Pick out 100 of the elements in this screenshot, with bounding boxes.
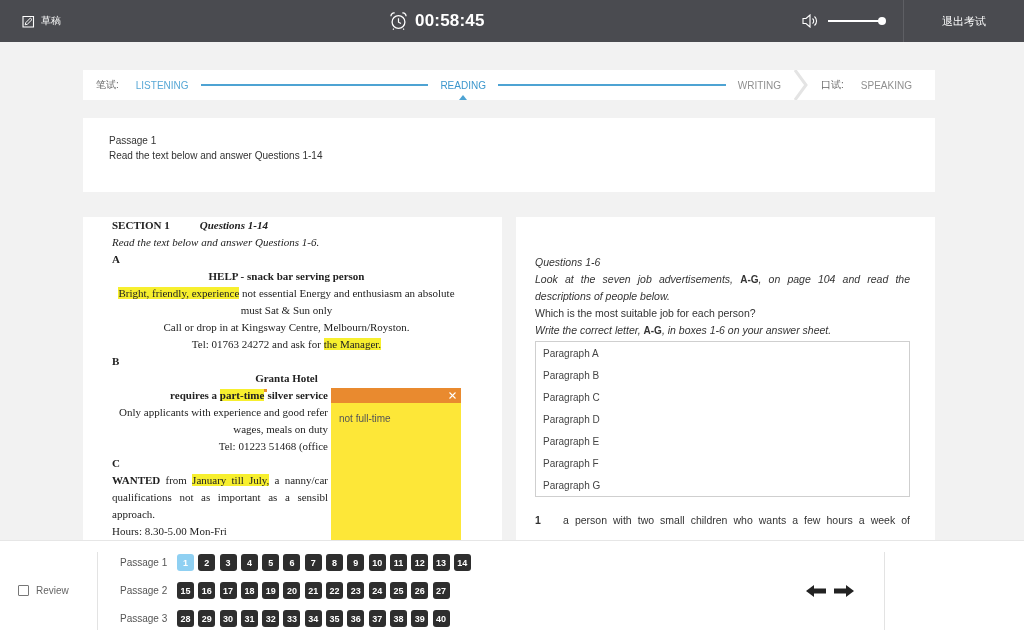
note-text[interactable]: not full-time (331, 403, 461, 434)
question-number-button[interactable]: 19 (262, 582, 280, 599)
question-number-button[interactable]: 28 (177, 610, 194, 627)
passage-text: silver service (267, 389, 328, 401)
question-number-button[interactable]: 25 (389, 582, 407, 599)
answer-option[interactable]: Paragraph A (536, 342, 909, 364)
passage-text: Tel: 01763 24272 and ask for (191, 338, 322, 350)
question-number-button[interactable]: 7 (304, 554, 322, 571)
question-number-button[interactable]: 18 (240, 582, 258, 599)
passage-text: wages, meals on duty (233, 423, 328, 435)
question-number-button[interactable]: 26 (411, 582, 429, 599)
passage-text: Hours: 8.30-5.00 Mon-Fri (112, 525, 227, 537)
question-number-button[interactable]: 27 (432, 582, 450, 599)
passage-text: SECTION 1 (112, 218, 170, 233)
question-number-button[interactable]: 24 (368, 582, 386, 599)
arrow-left-icon (805, 583, 827, 598)
passage-text: B (112, 355, 120, 367)
exit-exam-button[interactable]: 退出考试 (903, 0, 1024, 42)
passage-text: must Sat & Sun only (240, 304, 333, 316)
chevron-separator-icon (794, 70, 809, 100)
passage-text: Only applicants with experience and good refer (119, 406, 328, 418)
passage-text: requires a (170, 389, 219, 401)
question-number-button[interactable]: 40 (432, 610, 450, 627)
passage-text: A (112, 253, 120, 265)
review-label: Review (36, 585, 69, 596)
question-number-button[interactable]: 11 (389, 554, 407, 571)
question-number-button[interactable]: 33 (283, 610, 301, 627)
question-number-button[interactable]: 10 (368, 554, 386, 571)
note-marker-icon[interactable] (264, 389, 268, 392)
arrow-right-icon (833, 583, 855, 598)
question-number-button[interactable]: 5 (262, 554, 280, 571)
review-checkbox[interactable] (18, 585, 29, 596)
highlighted-text: January till July, (192, 474, 270, 486)
passage-text: Read the text below and answer Questions 1-6. (112, 236, 320, 248)
questions-instruction: Write the correct letter, A-G, in boxes 1-6 on your answer sheet. (535, 323, 833, 338)
volume-slider[interactable] (828, 17, 885, 25)
passage-text: approach. (112, 508, 156, 520)
question-number-button[interactable]: 39 (411, 610, 429, 627)
next-button[interactable] (833, 583, 855, 598)
alarm-clock-icon (390, 12, 407, 30)
question-number-button[interactable]: 9 (347, 554, 365, 571)
question-number-button[interactable]: 37 (368, 610, 386, 627)
passage-text: not essential Energy and enthusiasm an absolute (241, 287, 455, 299)
answer-option[interactable]: Paragraph F (536, 452, 909, 474)
question-number-button[interactable]: 2 (198, 554, 216, 571)
volume-thumb[interactable] (878, 17, 887, 25)
question-number-button[interactable]: 4 (240, 554, 258, 571)
progress-step: WRITING (737, 79, 782, 91)
progress-step: READING (440, 79, 486, 91)
progress-step: SPEAKING (860, 79, 912, 91)
answer-option[interactable]: Paragraph G (536, 474, 909, 496)
passage-text: Tel: 01223 51468 (office (218, 440, 328, 452)
question-number-button[interactable]: 21 (304, 582, 322, 599)
close-icon[interactable] (449, 392, 456, 399)
passage-text: WANTED from (112, 474, 188, 486)
question-number-button[interactable]: 17 (219, 582, 237, 599)
question-number-button[interactable]: 6 (283, 554, 301, 571)
passage-instruction: Read the text below and answer Questions 1-14 (109, 149, 324, 163)
passage-text: HELP - snack bar serving person (208, 270, 365, 282)
questions-intro: Look at the seven job advertisements, A-G, on page 104 and read the descriptions of people below. (535, 272, 910, 304)
progress-group-label: 笔试: (96, 78, 119, 92)
question-number-button[interactable]: 34 (304, 610, 322, 627)
answer-option[interactable]: Paragraph D (536, 408, 909, 430)
question-number-button[interactable]: 29 (198, 610, 216, 627)
question-number-button[interactable]: 15 (177, 582, 194, 599)
question-number-button[interactable]: 36 (347, 610, 365, 627)
progress-group-label: 口试: (821, 78, 844, 92)
answer-option[interactable]: Paragraph E (536, 430, 909, 452)
passage-text: qualifications not as important as a sensibl (112, 491, 328, 503)
speaker-icon[interactable] (802, 14, 818, 28)
questions-prompt: Which is the most suitable job for each person? (535, 306, 757, 321)
question-number-button[interactable]: 31 (240, 610, 258, 627)
question-number-button[interactable]: 20 (283, 582, 301, 599)
draft-icon (22, 14, 35, 28)
draft-button[interactable]: 草稿 (22, 12, 61, 30)
question-number-button[interactable]: 35 (326, 610, 344, 627)
question-number-button[interactable]: 12 (411, 554, 429, 571)
question-number-button[interactable]: 30 (219, 610, 237, 627)
question-number-button[interactable]: 23 (347, 582, 365, 599)
countdown-timer: 00:58:45 (415, 11, 485, 31)
answer-option[interactable]: Paragraph C (536, 386, 909, 408)
question-number-button[interactable]: 38 (389, 610, 407, 627)
question-number: 1 (535, 513, 542, 528)
passage-row-label: Passage 1 (120, 557, 169, 568)
question-number-button[interactable]: 32 (262, 610, 280, 627)
highlighted-text: the Manager. (323, 338, 382, 350)
answer-option[interactable]: Paragraph B (536, 364, 909, 386)
question-number-button[interactable]: 22 (326, 582, 344, 599)
question-number-button[interactable]: 8 (326, 554, 344, 571)
question-text: a person with two small children who wants a few hours a week of (563, 513, 910, 528)
question-number-button[interactable]: 16 (198, 582, 216, 599)
question-number-button[interactable]: 14 (453, 554, 471, 571)
passage-text: Call or drop in at Kingsway Centre, Melbourn/Royston. (163, 321, 410, 333)
progress-step: LISTENING (135, 79, 189, 91)
highlighted-text: Bright, friendly, experience (118, 287, 240, 299)
question-number-button[interactable]: 3 (219, 554, 237, 571)
previous-button[interactable] (805, 583, 827, 598)
passage-text: Granta Hotel (255, 372, 318, 384)
question-number-button[interactable]: 13 (432, 554, 450, 571)
passage-text: C (112, 457, 120, 469)
